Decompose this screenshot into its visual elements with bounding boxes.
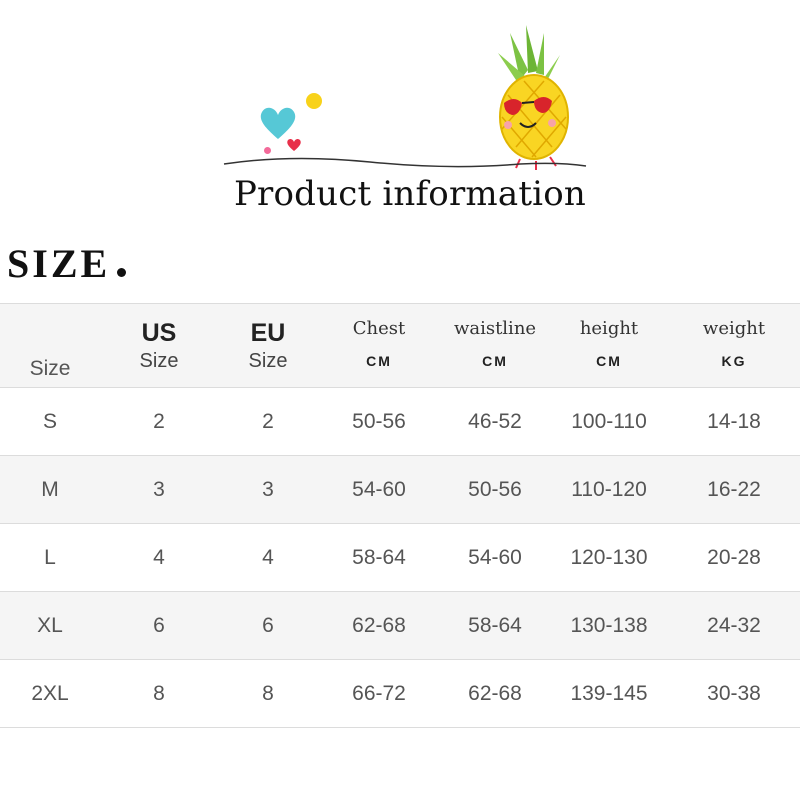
- header-unit: KG: [721, 352, 747, 369]
- cell-us-size: 6: [153, 613, 165, 637]
- header-chest: Chest CM: [318, 304, 440, 388]
- cell-eu-size: 6: [262, 613, 274, 637]
- header-sublabel: Size: [248, 349, 288, 372]
- header-unit: CM: [482, 352, 508, 369]
- cell-waistline: 46-52: [468, 409, 522, 433]
- header-label: weight: [702, 317, 766, 339]
- banner: Product information: [0, 0, 800, 230]
- cell-waistline: 54-60: [468, 545, 522, 569]
- size-chart-table: Size US Size EU Size Chest CM waistline …: [0, 303, 800, 728]
- cell-size: S: [42, 409, 57, 433]
- cell-us-size: 2: [153, 409, 165, 433]
- cell-height: 100-110: [571, 409, 647, 433]
- header-label: US: [141, 318, 177, 347]
- cell-size: M: [41, 477, 59, 501]
- cell-us-size: 3: [153, 477, 165, 501]
- cell-chest: 54-60: [352, 477, 406, 501]
- pineapple-icon: [498, 25, 569, 170]
- header-unit: CM: [596, 352, 622, 369]
- header-height: height CM: [550, 304, 668, 388]
- cell-height: 120-130: [570, 545, 648, 569]
- cell-waistline: 50-56: [468, 477, 522, 501]
- header-unit: CM: [366, 352, 392, 369]
- header-waistline: waistline CM: [440, 304, 550, 388]
- cell-height: 110-120: [571, 477, 647, 501]
- header-weight: weight KG: [668, 304, 800, 388]
- table-row: 2XL 8 8 66-72 62-68 139-145 30-38: [0, 660, 800, 728]
- cell-eu-size: 4: [262, 545, 274, 569]
- cell-chest: 58-64: [352, 545, 406, 569]
- header-us-size: US Size: [100, 304, 218, 388]
- cell-size: XL: [37, 613, 63, 637]
- cell-eu-size: 3: [262, 477, 274, 501]
- table-row: M 3 3 54-60 50-56 110-120 16-22: [0, 455, 800, 524]
- cell-chest: 66-72: [352, 681, 406, 705]
- table-row: XL 6 6 62-68 58-64 130-138 24-32: [0, 591, 800, 660]
- cell-height: 139-145: [570, 681, 648, 705]
- header-label: waistline: [453, 317, 537, 339]
- page-title: Product information: [233, 174, 587, 214]
- header-sublabel: Size: [139, 349, 179, 372]
- cell-weight: 24-32: [707, 613, 761, 637]
- heart-icon: [260, 107, 296, 139]
- cell-weight: 30-38: [707, 681, 761, 705]
- cell-weight: 20-28: [707, 545, 761, 569]
- header-label: EU: [250, 318, 286, 347]
- header-label: Chest: [352, 317, 406, 339]
- table-row: S 2 2 50-56 46-52 100-110 14-18: [0, 388, 800, 456]
- cell-chest: 50-56: [352, 409, 406, 433]
- cell-eu-size: 8: [262, 681, 274, 705]
- cell-weight: 14-18: [707, 409, 761, 433]
- section-heading: SIZE: [7, 241, 111, 286]
- header-label: Size: [29, 357, 71, 380]
- cell-us-size: 8: [153, 681, 165, 705]
- cell-waistline: 58-64: [468, 613, 522, 637]
- cell-chest: 62-68: [352, 613, 406, 637]
- cell-size: 2XL: [31, 681, 69, 705]
- table-header-row: Size US Size EU Size Chest CM waistline …: [0, 303, 800, 388]
- header-label: height: [579, 317, 639, 339]
- table-row: L 4 4 58-64 54-60 120-130 20-28: [0, 524, 800, 592]
- cell-weight: 16-22: [707, 477, 761, 501]
- cell-size: L: [44, 545, 56, 569]
- cell-eu-size: 2: [262, 409, 274, 433]
- header-size: Size: [0, 304, 100, 388]
- heading-dot: [117, 268, 126, 277]
- cell-waistline: 62-68: [468, 681, 522, 705]
- cell-height: 130-138: [570, 613, 648, 637]
- cell-us-size: 4: [153, 545, 165, 569]
- yellow-dot-icon: [306, 93, 322, 109]
- header-eu-size: EU Size: [218, 304, 318, 388]
